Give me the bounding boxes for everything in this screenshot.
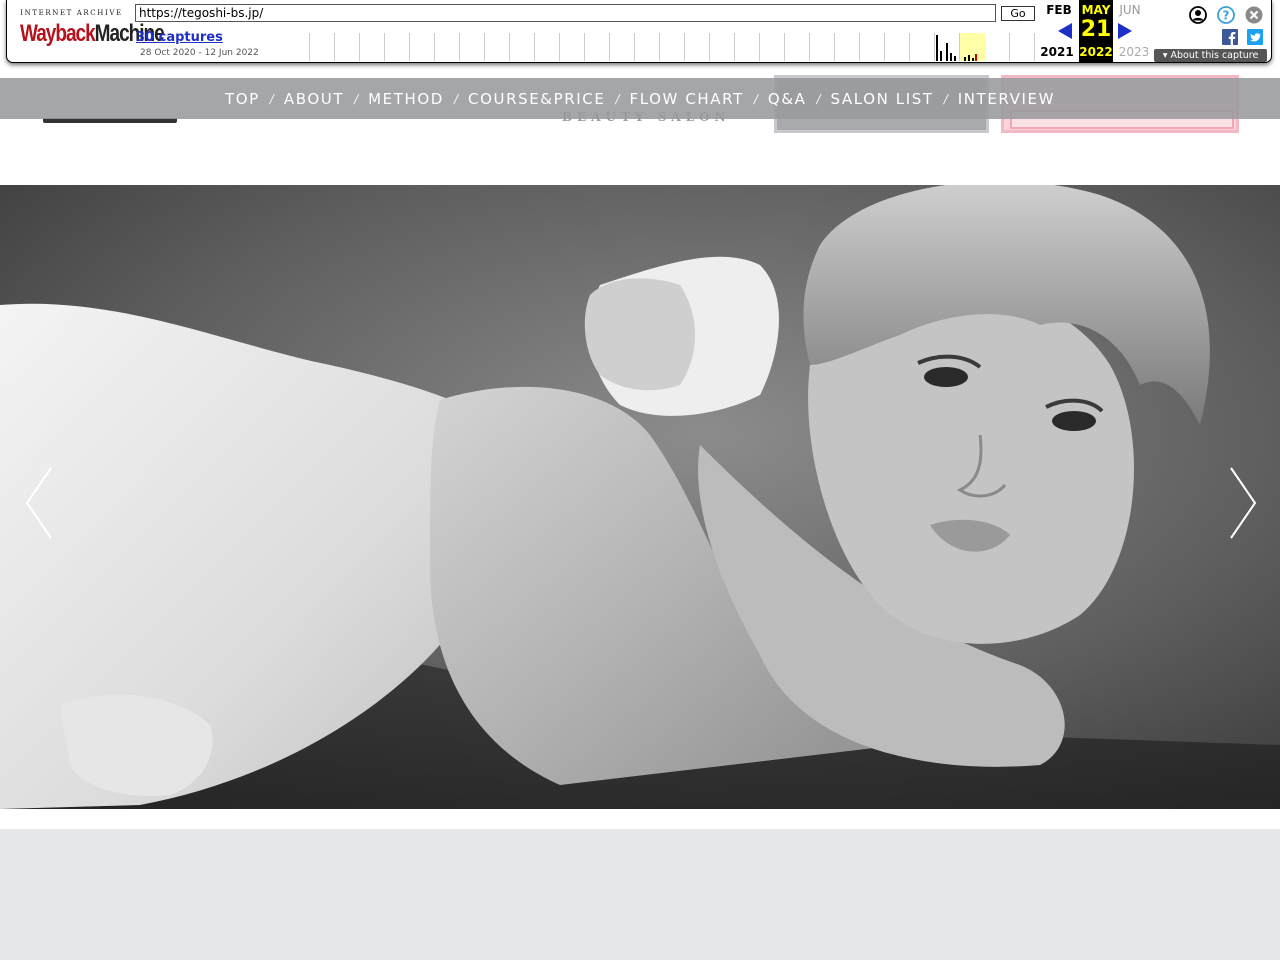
nav-separator: / xyxy=(354,91,359,106)
nav-separator: / xyxy=(816,91,821,106)
help-icon[interactable]: ? xyxy=(1217,6,1235,24)
nav-item-interview[interactable]: INTERVIEW xyxy=(948,90,1065,108)
main-nav: TOP / ABOUT / METHOD / COURSE&PRICE / FL… xyxy=(0,78,1280,119)
svg-text:?: ? xyxy=(1223,9,1230,23)
wayback-url-input[interactable]: https://tegoshi-bs.jp/ xyxy=(135,4,996,22)
nav-item-top[interactable]: TOP xyxy=(215,90,270,108)
nav-item-salon-list[interactable]: SALON LIST xyxy=(821,90,944,108)
nav-item-course-price[interactable]: COURSE&PRICE xyxy=(458,90,615,108)
wayback-capture-histogram[interactable] xyxy=(309,33,1035,61)
wayback-next-capture-icon[interactable] xyxy=(1118,23,1132,39)
content-area xyxy=(0,829,1280,960)
twitter-icon[interactable] xyxy=(1247,29,1263,45)
wayback-prev-capture-icon[interactable] xyxy=(1058,23,1072,39)
histogram-current-year xyxy=(960,33,986,61)
nav-separator: / xyxy=(615,91,620,106)
nav-item-flow-chart[interactable]: FLOW CHART xyxy=(619,90,753,108)
chevron-right-icon[interactable] xyxy=(1228,466,1258,540)
wayback-current-day: 21 xyxy=(1080,17,1112,42)
wayback-captures-link[interactable]: 30 captures xyxy=(136,30,223,45)
wayback-prev-month[interactable]: FEB xyxy=(1042,3,1076,17)
nav-separator: / xyxy=(453,91,459,106)
hero-slider[interactable] xyxy=(0,185,1280,809)
nav-item-qa[interactable]: Q&A xyxy=(758,90,817,108)
wayback-prev-year[interactable]: 2021 xyxy=(1040,45,1074,59)
wayback-logo-top-text: INTERNET ARCHIVE xyxy=(20,9,123,17)
chevron-left-icon[interactable] xyxy=(24,466,54,540)
user-circle-icon[interactable] xyxy=(1189,6,1207,24)
hero-photo xyxy=(0,185,1280,809)
facebook-icon[interactable] xyxy=(1222,29,1238,45)
nav-item-about[interactable]: ABOUT xyxy=(274,90,354,108)
wayback-about-capture-button[interactable]: ▾ About this capture xyxy=(1154,49,1267,62)
wayback-date-range: 28 Oct 2020 - 12 Jun 2022 xyxy=(140,48,259,58)
wayback-next-year: 2023 xyxy=(1118,45,1150,59)
wayback-toolbar: INTERNET ARCHIVE WaybackMachine https://… xyxy=(6,0,1272,63)
nav-separator: / xyxy=(943,91,948,106)
histogram-grid xyxy=(309,33,1035,61)
wayback-about-label: About this capture xyxy=(1170,50,1259,61)
hero-bottom-spacer xyxy=(0,809,1280,829)
wayback-go-button[interactable]: Go xyxy=(1001,6,1035,21)
wayback-current-year: 2022 xyxy=(1079,45,1113,59)
wayback-logo[interactable]: INTERNET ARCHIVE WaybackMachine xyxy=(20,9,165,49)
wayback-next-month: JUN xyxy=(1119,3,1141,17)
nav-separator: / xyxy=(269,91,274,106)
nav-item-method[interactable]: METHOD xyxy=(358,90,454,108)
close-icon[interactable] xyxy=(1245,6,1263,24)
wayback-current-month: MAY xyxy=(1081,3,1111,17)
nav-separator: / xyxy=(753,91,758,106)
